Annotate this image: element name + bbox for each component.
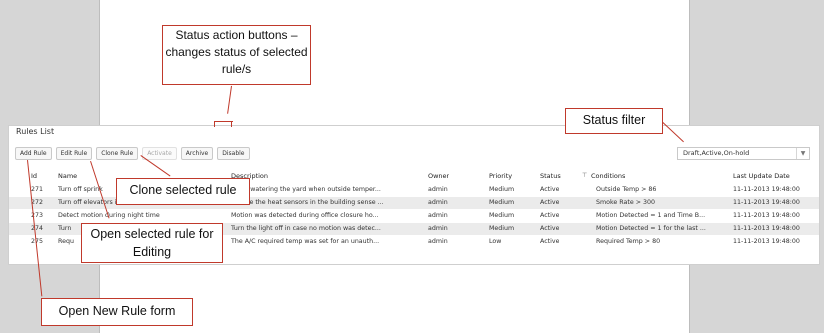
callout-clone-rule: Clone selected rule (116, 178, 250, 205)
cell-priority: Low (489, 238, 502, 245)
cell-id: 274 (31, 225, 44, 232)
cell-priority: Medium (489, 199, 515, 206)
toolbar: Add Rule Edit Rule Clone Rule Activate A… (15, 147, 250, 160)
connector-line (227, 85, 232, 114)
col-header-priority[interactable]: Priority (489, 170, 512, 182)
cell-priority: Medium (489, 212, 515, 219)
connector-line (214, 121, 215, 127)
cell-owner: admin (428, 238, 448, 245)
connector-line (231, 121, 232, 127)
filter-icon[interactable]: ⊤ (582, 170, 587, 182)
cell-description: The A/C required temp was set for an una… (231, 238, 380, 245)
cell-owner: admin (428, 186, 448, 193)
clone-rule-button[interactable]: Clone Rule (96, 147, 139, 160)
disable-button[interactable]: Disable (217, 147, 250, 160)
cell-last-update: 11-11-2013 19:48:00 (733, 238, 800, 245)
activate-button[interactable]: Activate (142, 147, 177, 160)
col-header-id[interactable]: Id (31, 170, 37, 182)
cell-conditions: Required Temp > 80 (596, 238, 661, 245)
callout-edit-rule: Open selected rule for Editing (81, 223, 223, 263)
edit-rule-button[interactable]: Edit Rule (55, 147, 93, 160)
cell-status: Active (540, 199, 560, 206)
grid-title: Rules List (16, 127, 55, 136)
cell-name: Detect motion during night time (58, 212, 160, 219)
add-rule-button[interactable]: Add Rule (15, 147, 52, 160)
cell-status: Active (540, 225, 560, 232)
cell-description: Motion was detected during office closur… (231, 212, 379, 219)
table-row[interactable]: 273 Detect motion during night time Moti… (9, 210, 819, 222)
cell-conditions: Smoke Rate > 300 (596, 199, 656, 206)
status-filter-select[interactable]: Draft,Active,On-hold ▼ (677, 147, 810, 160)
cell-owner: admin (428, 199, 448, 206)
cell-owner: admin (428, 225, 448, 232)
status-filter-value: Draft,Active,On-hold (683, 149, 750, 157)
cell-description: Turn the light off in case no motion was… (231, 225, 381, 232)
col-header-conditions[interactable]: Conditions (591, 170, 625, 182)
callout-new-rule: Open New Rule form (41, 298, 193, 326)
cell-id: 271 (31, 186, 44, 193)
archive-button[interactable]: Archive (180, 147, 214, 160)
cell-last-update: 11-11-2013 19:48:00 (733, 225, 800, 232)
cell-status: Active (540, 186, 560, 193)
col-header-owner[interactable]: Owner (428, 170, 449, 182)
cell-status: Active (540, 212, 560, 219)
cell-status: Active (540, 238, 560, 245)
cell-priority: Medium (489, 186, 515, 193)
cell-last-update: 11-11-2013 19:48:00 (733, 186, 800, 193)
cell-conditions: Motion Detected = 1 and Time B... (596, 212, 706, 219)
cell-description: In case the heat sensors in the building… (231, 199, 384, 206)
cell-last-update: 11-11-2013 19:48:00 (733, 212, 800, 219)
callout-status-actions: Status action buttons – changes status o… (162, 25, 311, 85)
cell-description: Avoid watering the yard when outside tem… (231, 186, 381, 193)
cell-conditions: Outside Temp > 86 (596, 186, 657, 193)
chevron-down-icon[interactable]: ▼ (796, 148, 809, 159)
col-header-status[interactable]: Status (540, 170, 561, 182)
callout-status-filter: Status filter (565, 108, 663, 134)
cell-conditions: Motion Detected = 1 for the last ... (596, 225, 706, 232)
cell-owner: admin (428, 212, 448, 219)
col-header-last-update[interactable]: Last Update Date (733, 170, 790, 182)
cell-last-update: 11-11-2013 19:48:00 (733, 199, 800, 206)
col-header-name[interactable]: Name (58, 170, 77, 182)
cell-priority: Medium (489, 225, 515, 232)
